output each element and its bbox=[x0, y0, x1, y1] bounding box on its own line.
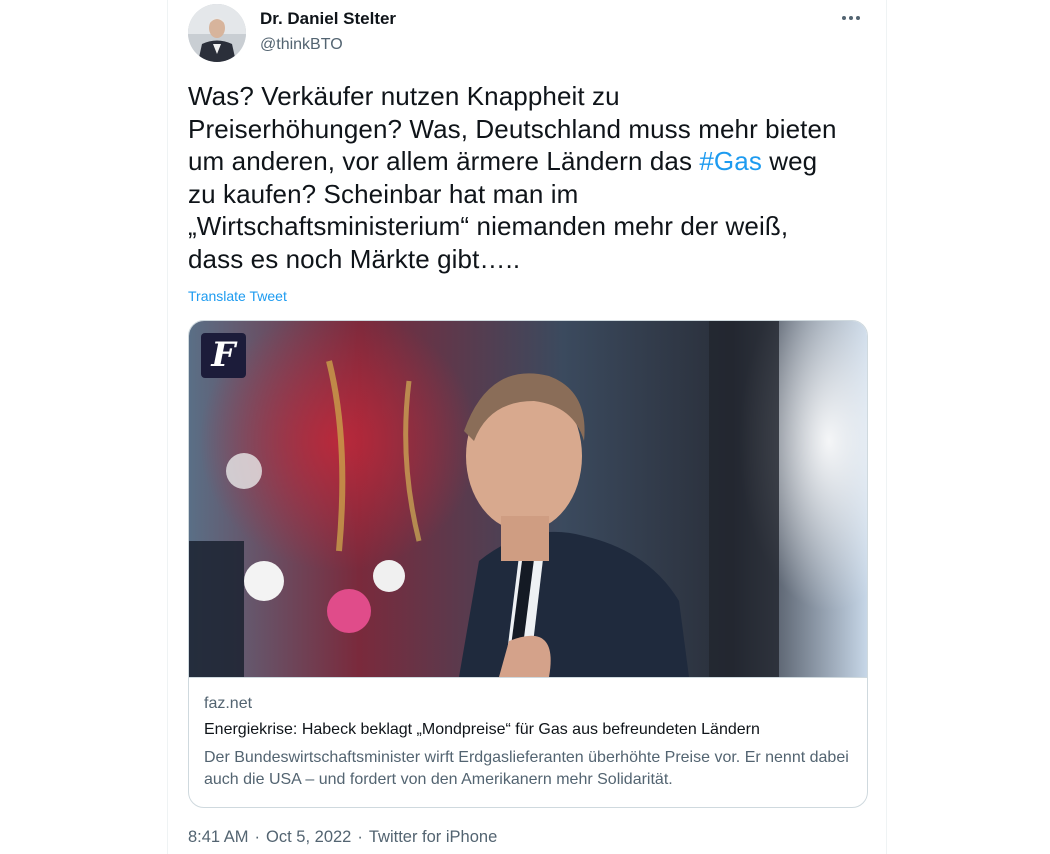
hashtag-link[interactable]: #Gas bbox=[699, 146, 762, 176]
tweet-date[interactable]: Oct 5, 2022 bbox=[266, 828, 351, 846]
card-domain: faz.net bbox=[204, 695, 253, 712]
tweet-text: Was? Verkäufer nutzen Knappheit zu Preis… bbox=[188, 80, 868, 275]
meta-separator: · bbox=[254, 828, 261, 846]
translate-tweet-link[interactable]: Translate Tweet bbox=[188, 288, 287, 304]
card-info: faz.net Energiekrise: Habeck beklagt „Mo… bbox=[189, 677, 867, 807]
author-avatar[interactable] bbox=[188, 4, 246, 62]
link-preview-card[interactable]: F faz.net Energiekrise: Habeck beklagt „… bbox=[188, 320, 868, 808]
faz-logo: F bbox=[201, 333, 246, 378]
card-description: Der Bundeswirtschaftsminister wirft Erdg… bbox=[204, 749, 849, 788]
card-image: F bbox=[189, 321, 867, 677]
meta-separator: · bbox=[357, 828, 363, 846]
tweet-meta: 8:41 AM · Oct 5, 2022 · Twitter for iPhone bbox=[188, 828, 497, 847]
card-title: Energiekrise: Habeck beklagt „Mondpreise… bbox=[204, 721, 760, 738]
more-horizontal-icon bbox=[842, 16, 846, 20]
more-options-button[interactable] bbox=[836, 6, 866, 30]
tweet-source[interactable]: Twitter for iPhone bbox=[369, 828, 497, 846]
author-handle[interactable]: @thinkBTO bbox=[260, 36, 343, 54]
tweet-time[interactable]: 8:41 AM bbox=[188, 828, 249, 846]
timeline-column: Dr. Daniel Stelter @thinkBTO Was? Verkäu… bbox=[167, 0, 887, 854]
author-name[interactable]: Dr. Daniel Stelter bbox=[260, 9, 396, 29]
